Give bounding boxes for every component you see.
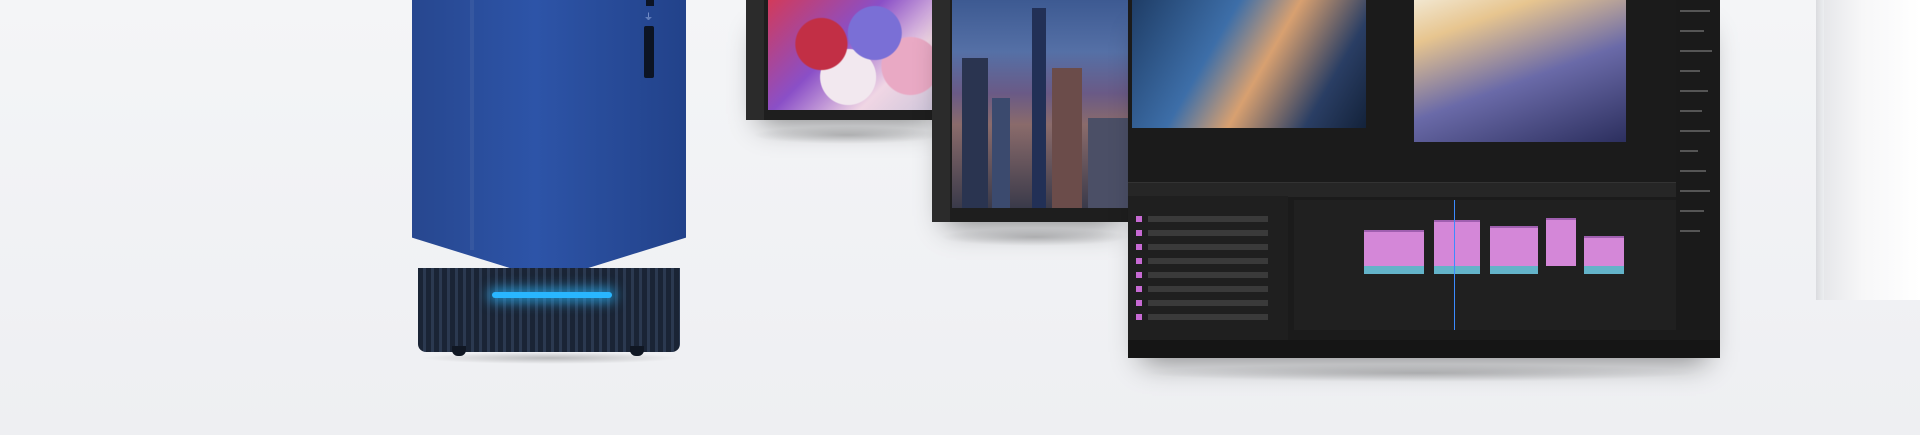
effects-panel <box>1676 0 1720 330</box>
clip-icon <box>1136 216 1142 222</box>
list-item <box>1680 170 1706 172</box>
timeline-clip <box>1490 226 1538 266</box>
timeline-clip <box>1434 220 1480 266</box>
building <box>962 58 988 208</box>
project-panel <box>1128 196 1288 346</box>
audio-clip <box>1434 266 1480 274</box>
playhead <box>1454 200 1455 330</box>
clip-icon <box>1136 300 1142 306</box>
list-item <box>1148 258 1268 264</box>
tower-port <box>644 26 654 78</box>
panel-tab-bar <box>1128 182 1720 197</box>
list-item <box>1680 130 1710 132</box>
list-item <box>1680 30 1704 32</box>
list-item <box>1680 150 1698 152</box>
building <box>1032 8 1046 208</box>
building <box>1088 118 1128 208</box>
timeline-clip <box>1584 236 1624 266</box>
paint-canvas <box>768 0 946 110</box>
building <box>1052 68 1082 208</box>
photo-editor-screen <box>746 0 946 120</box>
clip-icon <box>1136 230 1142 236</box>
list-item <box>1148 272 1268 278</box>
tool-panel <box>932 0 950 222</box>
list-item <box>1148 300 1268 306</box>
tower-light-strip <box>492 292 612 298</box>
list-item <box>1680 230 1700 232</box>
tool-panel <box>746 0 764 120</box>
wall-edge <box>1816 0 1824 300</box>
tower-foot-left <box>452 346 466 356</box>
screen-shadow-3 <box>1140 364 1700 382</box>
video-editor-screen <box>1128 0 1720 358</box>
clip-icon <box>1136 314 1142 320</box>
screen-shadow-1 <box>752 126 942 144</box>
background-wall <box>1824 0 1920 300</box>
program-monitor <box>1414 0 1626 142</box>
clip-icon <box>1136 272 1142 278</box>
product-scene: ⏚ <box>0 0 1920 435</box>
clip-icon <box>1136 258 1142 264</box>
building <box>992 98 1010 208</box>
audio-clip <box>1584 266 1624 274</box>
list-item <box>1148 286 1268 292</box>
tower-port-top <box>646 0 654 6</box>
list-item <box>1148 230 1268 236</box>
tower-facet <box>470 0 474 250</box>
tower-foot-right <box>630 346 644 356</box>
source-monitor <box>1132 0 1366 128</box>
audio-clip <box>1490 266 1538 274</box>
list-item <box>1680 90 1708 92</box>
clip-icon <box>1136 244 1142 250</box>
tower-vent-base <box>418 268 680 352</box>
audio-clip <box>1364 266 1424 274</box>
list-item <box>1680 10 1710 12</box>
city-image-screen <box>932 0 1132 222</box>
timeline-panel <box>1294 200 1714 330</box>
screen-shadow-2 <box>940 228 1130 246</box>
list-item <box>1148 216 1268 222</box>
desktop-tower: ⏚ <box>412 0 686 360</box>
list-item <box>1680 210 1704 212</box>
list-item <box>1680 110 1702 112</box>
timeline-clip <box>1364 230 1424 266</box>
list-item <box>1680 70 1700 72</box>
usb-icon: ⏚ <box>644 13 654 23</box>
clip-icon <box>1136 286 1142 292</box>
list-item <box>1680 190 1710 192</box>
timeline-clip <box>1546 218 1576 266</box>
status-bar <box>1128 340 1720 358</box>
list-item <box>1680 50 1712 52</box>
list-item <box>1148 314 1268 320</box>
city-canvas <box>952 0 1132 208</box>
list-item <box>1148 244 1268 250</box>
